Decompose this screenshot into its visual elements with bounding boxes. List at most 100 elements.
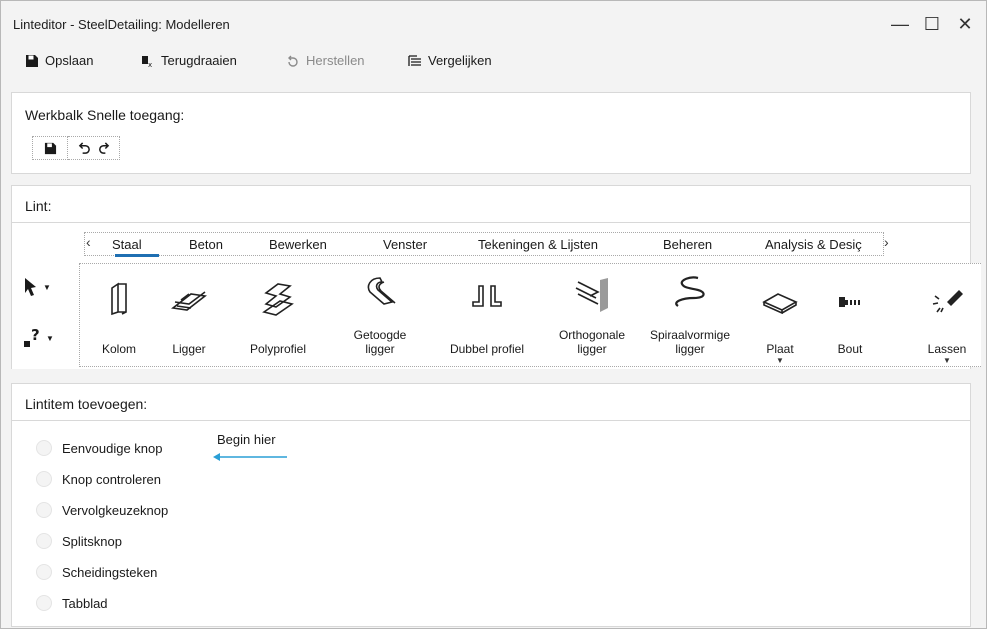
restore-icon (288, 55, 298, 67)
redo-icon[interactable] (97, 141, 110, 155)
ribbon-button-ligger[interactable]: Ligger (154, 264, 224, 366)
polybeam-icon (262, 283, 294, 316)
ribbon-tabs: Staal Beton Bewerken Venster Tekeningen … (84, 232, 884, 257)
ribbon-button-lassen[interactable]: Lassen ▼ (912, 264, 982, 366)
revert-icon: x (142, 55, 152, 68)
ribbon-divider (12, 222, 970, 223)
arrow-left-icon (213, 453, 287, 461)
add-ribbon-item-panel: Lintitem toevoegen: Eenvoudige knop Knop… (11, 383, 971, 627)
ribbon-button-bout[interactable]: Bout (820, 264, 880, 366)
pointer-tool-button[interactable]: ▼ (23, 277, 51, 297)
option-label: Scheidingsteken (62, 564, 158, 580)
ribbon-label-plaat: Plaat (766, 342, 794, 356)
radio-button[interactable] (36, 533, 52, 549)
compare-label: Vergelijken (428, 53, 492, 68)
radio-button[interactable] (36, 440, 52, 456)
ribbon-label-ligger: Ligger (172, 342, 206, 356)
orthogonal-beam-icon (575, 278, 608, 312)
option-label: Vervolgkeuzeknop (62, 502, 169, 518)
plate-icon (762, 293, 798, 314)
active-tab-indicator (115, 254, 159, 257)
maximize-button[interactable]: ☐ (917, 9, 947, 39)
ribbon-button-plaat[interactable]: Plaat ▼ (750, 264, 810, 366)
tab-venster[interactable]: Venster (383, 237, 427, 252)
tabs-next-arrow[interactable]: › (884, 234, 889, 250)
option-label: Tabblad (62, 595, 108, 611)
help-tool-button[interactable]: ? ▼ (23, 327, 54, 349)
radio-button[interactable] (36, 564, 52, 580)
option-separator[interactable]: Scheidingsteken (36, 564, 157, 580)
ribbon-label-polyprofiel: Polyprofiel (249, 342, 307, 356)
qat-undo-redo-group[interactable] (68, 136, 120, 160)
chevron-down-icon: ▼ (776, 356, 784, 365)
restore-toolbar-button[interactable]: Herstellen (286, 53, 365, 68)
begin-hint-label: Begin hier (217, 432, 276, 447)
curved-beam-icon (367, 277, 396, 305)
twin-profile-icon (472, 285, 502, 307)
revert-label: Terugdraaien (161, 53, 237, 68)
linteditor-window: Linteditor - SteelDetailing: Modelleren … (0, 0, 987, 629)
save-icon (26, 54, 38, 67)
title-bar: Linteditor - SteelDetailing: Modelleren … (1, 1, 986, 45)
ribbon-label-lassen: Lassen (927, 342, 967, 356)
ribbon-label-getoogde-ligger: Getoogde ligger (353, 328, 407, 356)
option-label: Splitsknop (62, 533, 122, 549)
radio-button[interactable] (36, 471, 52, 487)
ribbon-button-orthogonale-ligger[interactable]: Orthogonale ligger (542, 264, 642, 366)
option-dropdown-button[interactable]: Vervolgkeuzeknop (36, 502, 168, 518)
chevron-down-icon: ▼ (46, 333, 54, 343)
ribbon-button-polyprofiel[interactable]: Polyprofiel (233, 264, 323, 366)
editor-toolbar: Opslaan x Terugdraaien Herstellen Vergel… (1, 47, 986, 77)
ribbon-label: Lint: (25, 198, 52, 214)
tab-tekeningen-lijsten[interactable]: Tekeningen & Lijsten (478, 237, 598, 252)
ribbon-button-dubbel-profiel[interactable]: Dubbel profiel (432, 264, 542, 366)
radio-button[interactable] (36, 502, 52, 518)
option-split-button[interactable]: Splitsknop (36, 533, 122, 549)
add-item-label: Lintitem toevoegen: (25, 396, 148, 412)
window-title: Linteditor - SteelDetailing: Modelleren (13, 17, 230, 32)
chevron-down-icon: ▼ (943, 356, 951, 365)
weld-icon (932, 290, 963, 313)
minimize-button[interactable]: — (885, 9, 915, 39)
close-button[interactable]: ✕ (950, 9, 980, 39)
revert-toolbar-button[interactable]: x Terugdraaien (141, 53, 237, 68)
tab-beheren[interactable]: Beheren (663, 237, 712, 252)
ribbon-label-bout: Bout (837, 342, 863, 356)
option-check-button[interactable]: Knop controleren (36, 471, 161, 487)
quick-access-toolbar (32, 136, 120, 160)
tab-staal[interactable]: Staal (112, 237, 142, 252)
svg-text:?: ? (31, 327, 40, 344)
quick-access-label: Werkbalk Snelle toegang: (25, 107, 185, 123)
bolt-icon (839, 297, 860, 307)
option-label: Eenvoudige knop (62, 440, 163, 456)
chevron-down-icon: ▼ (43, 282, 51, 292)
svg-text:x: x (148, 61, 152, 68)
tab-analysis-design[interactable]: Analysis & Desiç (765, 237, 883, 252)
ribbon-label-kolom: Kolom (101, 342, 136, 356)
ribbon-label-spiraalvormige-ligger: Spiraalvormige ligger (649, 328, 731, 356)
option-label: Knop controleren (62, 471, 162, 487)
spiral-beam-icon (675, 276, 705, 307)
qat-save-button[interactable] (32, 136, 68, 160)
restore-label: Herstellen (306, 53, 365, 68)
ribbon-button-kolom[interactable]: Kolom (84, 264, 154, 366)
save-label: Opslaan (45, 53, 94, 68)
quick-access-panel: Werkbalk Snelle toegang: (11, 92, 971, 174)
undo-icon[interactable] (78, 141, 91, 155)
save-toolbar-button[interactable]: Opslaan (25, 53, 93, 68)
ribbon-button-spiraalvormige-ligger[interactable]: Spiraalvormige ligger (640, 264, 740, 366)
ribbon-label-orthogonale-ligger: Orthogonale ligger (558, 328, 626, 356)
add-item-divider (12, 420, 970, 421)
tab-beton[interactable]: Beton (189, 237, 223, 252)
radio-button[interactable] (36, 595, 52, 611)
ribbon-label-dubbel-profiel: Dubbel profiel (449, 342, 525, 356)
tab-bewerken[interactable]: Bewerken (269, 237, 327, 252)
pointer-icon (25, 278, 36, 296)
ribbon-left-tools: ▼ ? ▼ (15, 273, 67, 367)
ribbon-button-getoogde-ligger[interactable]: Getoogde ligger (340, 264, 420, 366)
option-simple-button[interactable]: Eenvoudige knop (36, 440, 162, 456)
compare-toolbar-button[interactable]: Vergelijken (408, 53, 492, 68)
option-tab[interactable]: Tabblad (36, 595, 108, 611)
help-icon: ? (24, 327, 40, 347)
column-icon (111, 282, 127, 316)
